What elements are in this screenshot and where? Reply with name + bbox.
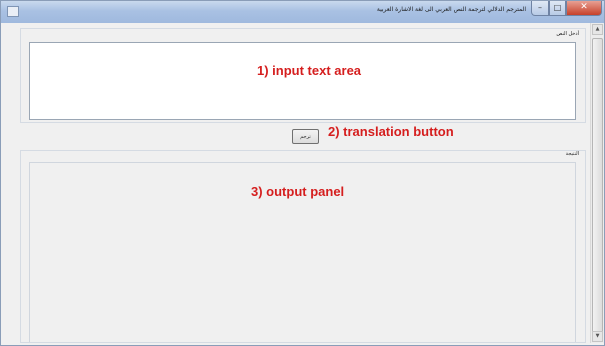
- output-label: النتيجة: [565, 151, 579, 157]
- app-window: المترجم الدلالي لترجمة النص العربي الى ل…: [0, 0, 605, 346]
- annotation-input: 1) input text area: [257, 63, 362, 78]
- minimize-button[interactable]: –: [531, 1, 549, 16]
- title-bar[interactable]: المترجم الدلالي لترجمة النص العربي الى ل…: [1, 1, 604, 23]
- scroll-up-icon[interactable]: ▲: [592, 24, 603, 35]
- window-title: المترجم الدلالي لترجمة النص العربي الى ل…: [376, 6, 526, 13]
- scrollbar-thumb[interactable]: [592, 38, 603, 336]
- input-text-area[interactable]: [29, 42, 576, 120]
- annotation-output: 3) output panel: [251, 184, 345, 199]
- output-group: النتيجة: [20, 150, 586, 343]
- close-button[interactable]: ✕: [566, 1, 602, 16]
- translate-button[interactable]: ترجم: [292, 129, 319, 144]
- maximize-button[interactable]: □: [549, 1, 566, 16]
- input-label: أدخل النص: [556, 31, 579, 37]
- app-icon: [7, 6, 19, 17]
- window-controls: – □ ✕: [531, 1, 602, 17]
- vertical-scrollbar[interactable]: ▲ ▼: [590, 23, 604, 343]
- annotation-button: 2) translation button: [328, 124, 454, 139]
- scroll-down-icon[interactable]: ▼: [592, 331, 603, 342]
